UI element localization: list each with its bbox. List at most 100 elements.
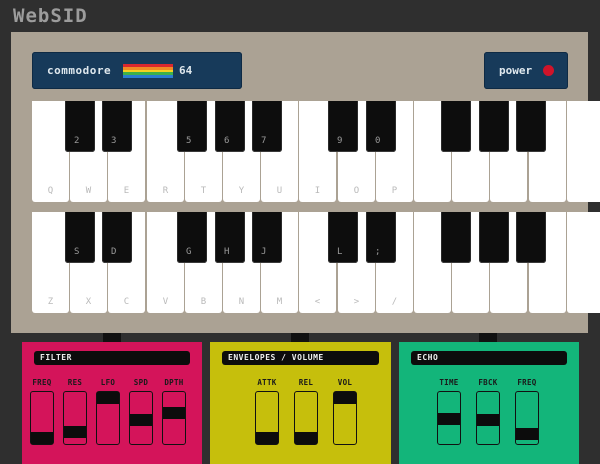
power-label: power (499, 64, 533, 77)
key-label: B (200, 297, 207, 307)
key-label: 9 (337, 136, 343, 146)
power-indicator: power (484, 52, 568, 89)
key-label: > (353, 297, 360, 307)
slider-freq[interactable] (515, 391, 539, 445)
key-label: 3 (111, 136, 117, 146)
slider-label-rel: REL (298, 378, 314, 387)
key-label: D (111, 247, 117, 257)
keyboard-upper: Q W E R T Y U I O P 2 3 5 6 7 9 0 (32, 101, 600, 203)
filter-panel: FILTER FREQ RES LFO SPD DPTH (22, 342, 202, 464)
black-key[interactable] (479, 212, 509, 263)
key-label: 0 (375, 136, 381, 146)
slider-thumb[interactable] (334, 392, 356, 404)
key-label: 2 (74, 136, 80, 146)
brand-name: commodore (47, 64, 112, 77)
key-label: ; (375, 247, 381, 257)
slider-dpth[interactable] (162, 391, 186, 445)
key-label: J (261, 247, 267, 257)
panel-title: ENVELOPES / VOLUME (222, 351, 379, 365)
black-key[interactable]: L (328, 212, 358, 263)
key-label: 7 (261, 136, 267, 146)
key-label: P (391, 186, 398, 196)
slider-lfo[interactable] (96, 391, 120, 445)
black-key[interactable] (441, 101, 471, 152)
key-label: O (353, 186, 360, 196)
black-key[interactable]: 3 (102, 101, 132, 152)
rainbow-stripe (123, 75, 173, 78)
black-key[interactable]: J (252, 212, 282, 263)
black-key[interactable] (516, 101, 546, 152)
slider-res[interactable] (63, 391, 87, 445)
panel-title: ECHO (411, 351, 567, 365)
key-label: Y (238, 186, 245, 196)
slider-label-fbck: FBCK (478, 378, 498, 387)
slider-time[interactable] (437, 391, 461, 445)
white-key[interactable] (567, 212, 600, 313)
black-key[interactable]: 0 (366, 101, 396, 152)
key-label: C (123, 297, 130, 307)
black-key[interactable]: 6 (215, 101, 245, 152)
key-label: N (238, 297, 245, 307)
slider-thumb[interactable] (256, 432, 278, 444)
slider-rel[interactable] (294, 391, 318, 445)
key-label: Z (47, 297, 54, 307)
white-key[interactable]: Z (32, 212, 69, 313)
key-label: R (162, 186, 169, 196)
key-label: Q (47, 186, 54, 196)
key-label: G (186, 247, 192, 257)
slider-attk[interactable] (255, 391, 279, 445)
slider-thumb[interactable] (97, 392, 119, 404)
key-label: / (391, 297, 398, 307)
black-key[interactable] (516, 212, 546, 263)
synth-casing: commodore 64 power Q W E R T Y U I O P 2 3 5 6 7 9 0 Z X C… (11, 32, 600, 333)
slider-freq[interactable] (30, 391, 54, 445)
slider-spd[interactable] (129, 391, 153, 445)
app-title: WebSID (13, 5, 88, 27)
slider-thumb[interactable] (516, 428, 538, 440)
slider-thumb[interactable] (31, 432, 53, 444)
black-key[interactable]: D (102, 212, 132, 263)
key-label: W (85, 186, 92, 196)
slider-label-freq: FREQ (32, 378, 52, 387)
black-key[interactable]: 7 (252, 101, 282, 152)
black-key[interactable] (441, 212, 471, 263)
key-label: I (314, 186, 321, 196)
echo-panel: ECHO TIME FBCK FREQ (399, 342, 579, 464)
black-key[interactable]: 5 (177, 101, 207, 152)
key-label: L (337, 247, 343, 257)
slider-label-lfo: LFO (100, 378, 116, 387)
slider-label-spd: SPD (133, 378, 149, 387)
black-key[interactable] (479, 101, 509, 152)
black-key[interactable]: G (177, 212, 207, 263)
keyboard-lower: Z X C V B N M < > / S D G H J L; (32, 212, 600, 314)
slider-thumb[interactable] (130, 414, 152, 426)
key-label: U (276, 186, 283, 196)
white-key[interactable] (567, 101, 600, 202)
panel-title: FILTER (34, 351, 190, 365)
slider-thumb[interactable] (295, 432, 317, 444)
key-label: 5 (186, 136, 192, 146)
key-label: S (74, 247, 80, 257)
key-label: V (162, 297, 169, 307)
black-key[interactable]: H (215, 212, 245, 263)
black-key[interactable]: 9 (328, 101, 358, 152)
slider-label-vol: VOL (337, 378, 353, 387)
slider-label-res: RES (67, 378, 83, 387)
black-key[interactable]: ; (366, 212, 396, 263)
key-label: X (85, 297, 92, 307)
slider-thumb[interactable] (477, 414, 499, 426)
white-key[interactable]: Q (32, 101, 69, 202)
slider-label-dpth: DPTH (164, 378, 184, 387)
slider-vol[interactable] (333, 391, 357, 445)
slider-thumb[interactable] (64, 426, 86, 438)
envelopes-volume-panel: ENVELOPES / VOLUME ATTK REL VOL (210, 342, 391, 464)
slider-thumb[interactable] (163, 407, 185, 419)
key-label: M (276, 297, 283, 307)
slider-label-freq: FREQ (517, 378, 537, 387)
slider-fbck[interactable] (476, 391, 500, 445)
black-key[interactable]: S (65, 212, 95, 263)
key-label: H (224, 247, 230, 257)
slider-thumb[interactable] (438, 413, 460, 425)
power-led-icon (543, 65, 554, 76)
black-key[interactable]: 2 (65, 101, 95, 152)
